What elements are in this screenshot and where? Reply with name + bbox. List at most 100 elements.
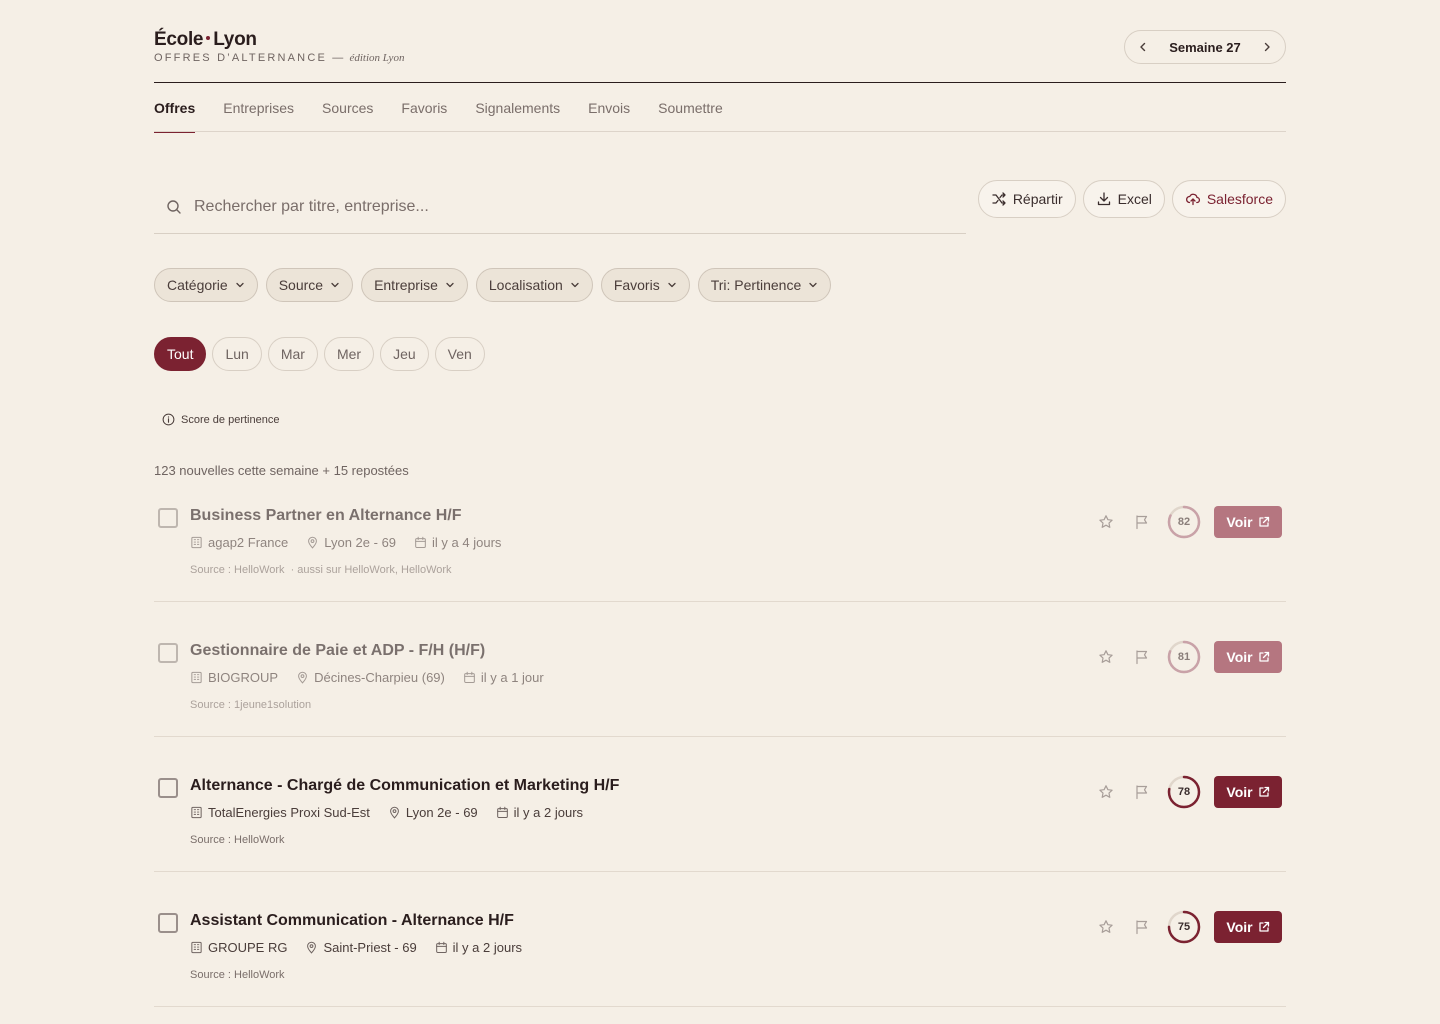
calendar-icon [415,536,426,549]
relevance-score: 81 [1167,640,1201,674]
repartir-label: Répartir [1012,191,1063,207]
flag-icon[interactable] [1134,919,1150,935]
job-title[interactable]: Alternance - Chargé de Communication et … [190,777,619,795]
salesforce-button[interactable]: Salesforce [1171,180,1286,218]
filter-label: Tri: Pertinence [710,277,802,293]
job-meta: GROUPE RG Saint-Priest - 69 il y a 2 jou… [190,940,522,955]
filter-categorie[interactable]: Catégorie [154,268,258,302]
voir-button[interactable]: Voir [1214,641,1282,673]
row-checkbox[interactable] [158,913,178,933]
map-pin-icon [307,941,317,954]
tab-bar: Offres Entreprises Sources Favoris Signa… [154,83,1286,133]
tab-offres[interactable]: Offres [154,83,196,133]
row-checkbox[interactable] [158,778,178,798]
calendar-icon [435,941,447,954]
week-label: Semaine 27 [1169,39,1241,55]
external-link-icon [1258,786,1269,797]
tab-sources[interactable]: Sources [322,83,373,132]
subtitle-text: OFFRES D’ALTERNANCE — [154,52,346,64]
location-text: Saint-Priest - 69 [323,940,417,955]
job-date: il y a 4 jours [414,535,501,550]
tab-favoris[interactable]: Favoris [401,83,447,132]
job-title[interactable]: Assistant Communication - Alternance H/F [190,912,514,930]
map-pin-icon [308,536,318,549]
day-mer[interactable]: Mer [323,337,375,371]
day-lun[interactable]: Lun [212,337,262,371]
excel-button[interactable]: Excel [1082,180,1165,218]
brand-name: École [154,29,204,50]
flag-icon[interactable] [1134,649,1150,665]
star-icon[interactable] [1098,514,1114,530]
repartir-button[interactable]: Répartir [977,180,1076,218]
filter-entreprise[interactable]: Entreprise [361,268,468,302]
filter-localisation[interactable]: Localisation [475,268,593,302]
tab-entreprises[interactable]: Entreprises [223,83,294,132]
company-name: agap2 France [208,535,289,550]
voir-label: Voir [1226,784,1253,800]
chevron-down-icon [668,282,676,288]
voir-button[interactable]: Voir [1214,911,1282,943]
flag-icon[interactable] [1134,514,1150,530]
voir-button[interactable]: Voir [1214,776,1282,808]
flag-icon[interactable] [1134,784,1150,800]
source-text: Source : 1jeune1solution [190,699,312,711]
map-pin-icon [298,671,307,684]
external-link-icon [1258,516,1269,527]
filter-label: Localisation [488,277,563,293]
star-icon[interactable] [1098,919,1114,935]
job-source: Source : HelloWork · aussi sur HelloWork,… [190,564,452,576]
location-text: Décines-Charpieu (69) [314,670,445,685]
chevron-right-icon [1264,42,1270,52]
filter-favoris[interactable]: Favoris [600,268,690,302]
chevron-down-icon [446,282,454,288]
company-name: BIOGROUP [208,670,279,685]
voir-button[interactable]: Voir [1214,506,1282,538]
location-text: Lyon 2e - 69 [405,805,478,820]
job-title[interactable]: Gestionnaire de Paie et ADP - F/H (H/F) [190,642,485,660]
filter-label: Source [278,277,324,293]
day-chips: Tout Lun Mar Mer Jeu Ven [154,337,485,371]
search-input[interactable] [194,197,934,216]
day-tout[interactable]: Tout [154,337,207,371]
edition-text: édition Lyon [349,52,405,64]
tab-soumettre[interactable]: Soumettre [658,83,723,132]
score-legend[interactable]: Score de pertinence [162,413,279,426]
star-icon[interactable] [1098,649,1114,665]
filter-bar: Catégorie Source Entreprise Localisation… [154,268,832,302]
job-row: Business Partner en Alternance H/F agap2… [154,467,1286,602]
filter-label: Catégorie [167,277,228,293]
filter-tri[interactable]: Tri: Pertinence [697,268,832,302]
job-company: TotalEnergies Proxi Sud-Est [190,805,370,820]
search-icon [167,199,181,214]
relevance-score: 75 [1167,910,1201,944]
job-location: Lyon 2e - 69 [388,805,478,820]
job-date: il y a 1 jour [463,670,544,685]
job-title[interactable]: Business Partner en Alternance H/F [190,507,462,525]
chevron-down-icon [331,282,339,288]
date-text: il y a 2 jours [452,940,523,955]
day-mar[interactable]: Mar [267,337,318,371]
company-name: GROUPE RG [208,940,288,955]
job-location: Lyon 2e - 69 [306,535,396,550]
tab-signalements[interactable]: Signalements [475,83,560,132]
date-text: il y a 1 jour [480,670,544,685]
row-checkbox[interactable] [158,508,178,528]
day-jeu[interactable]: Jeu [380,337,429,371]
building-icon [191,806,202,819]
date-text: il y a 4 jours [432,535,502,550]
filter-source[interactable]: Source [265,268,354,302]
row-checkbox[interactable] [158,643,178,663]
prev-week-button[interactable] [1135,39,1151,55]
company-name: TotalEnergies Proxi Sud-Est [208,805,370,820]
job-location: Saint-Priest - 69 [305,940,417,955]
voir-label: Voir [1226,514,1253,530]
brand-subtitle: OFFRES D’ALTERNANCE — édition Lyon [154,52,404,64]
job-source: Source : HelloWork [190,969,291,981]
day-ven[interactable]: Ven [434,337,485,371]
star-icon[interactable] [1098,784,1114,800]
next-week-button[interactable] [1259,39,1275,55]
tab-envois[interactable]: Envois [588,83,630,132]
voir-label: Voir [1226,919,1253,935]
job-company: BIOGROUP [190,670,278,685]
job-meta: TotalEnergies Proxi Sud-Est Lyon 2e - 69… [190,805,583,820]
